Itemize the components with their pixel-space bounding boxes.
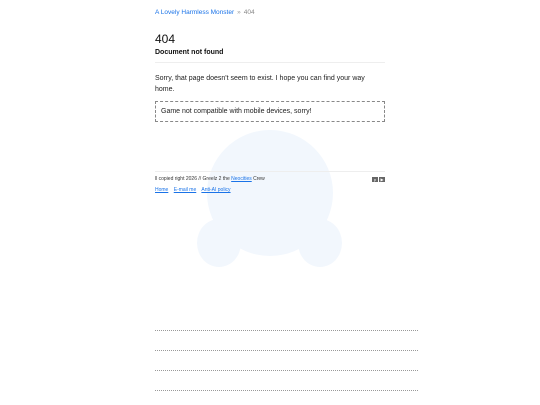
neocities-link[interactable]: Neocities xyxy=(231,176,252,182)
mobile-notice-text: Game not compatible with mobile devices,… xyxy=(161,108,312,115)
badge-icon[interactable]: p xyxy=(372,177,378,182)
divider xyxy=(155,62,385,63)
breadcrumb-separator: » xyxy=(237,9,241,16)
breadcrumb-home-link[interactable]: A Lovely Harmless Monster xyxy=(155,9,234,16)
copyright-prefix: ll copied right 2026 // Greelz 2 the xyxy=(155,176,232,182)
footer-link-home[interactable]: Home xyxy=(155,187,168,193)
dotted-rule xyxy=(155,370,418,390)
error-code: 404 xyxy=(155,32,176,46)
breadcrumb: A Lovely Harmless Monster» 404 xyxy=(155,8,385,17)
main-content: A Lovely Harmless Monster» 404 404 Docume… xyxy=(155,0,385,194)
footer-badges: p ▶ xyxy=(372,177,385,182)
error-title: Document not found xyxy=(155,49,224,56)
mobile-notice-box: Game not compatible with mobile devices,… xyxy=(155,101,385,122)
dotted-rules xyxy=(155,330,418,405)
page: A Lovely Harmless Monster» 404 404 Docume… xyxy=(0,0,540,405)
dotted-rule xyxy=(155,390,418,405)
play-badge-icon[interactable]: ▶ xyxy=(379,177,385,182)
footer-link-anti-ai-policy[interactable]: Anti-AI policy xyxy=(201,187,230,193)
footer-links: Home E-mail me Anti-AI policy xyxy=(155,186,385,194)
breadcrumb-current: 404 xyxy=(243,9,255,16)
copyright-suffix: Crew xyxy=(251,176,265,182)
footer-divider xyxy=(155,171,385,172)
dotted-rule xyxy=(155,330,418,350)
dotted-rule xyxy=(155,350,418,370)
error-message: Sorry, that page doesn't seem to exist. … xyxy=(155,75,365,93)
footer-link-email[interactable]: E-mail me xyxy=(174,187,197,193)
footer-copyright: ll copied right 2026 // Greelz 2 the Neo… xyxy=(155,175,385,184)
